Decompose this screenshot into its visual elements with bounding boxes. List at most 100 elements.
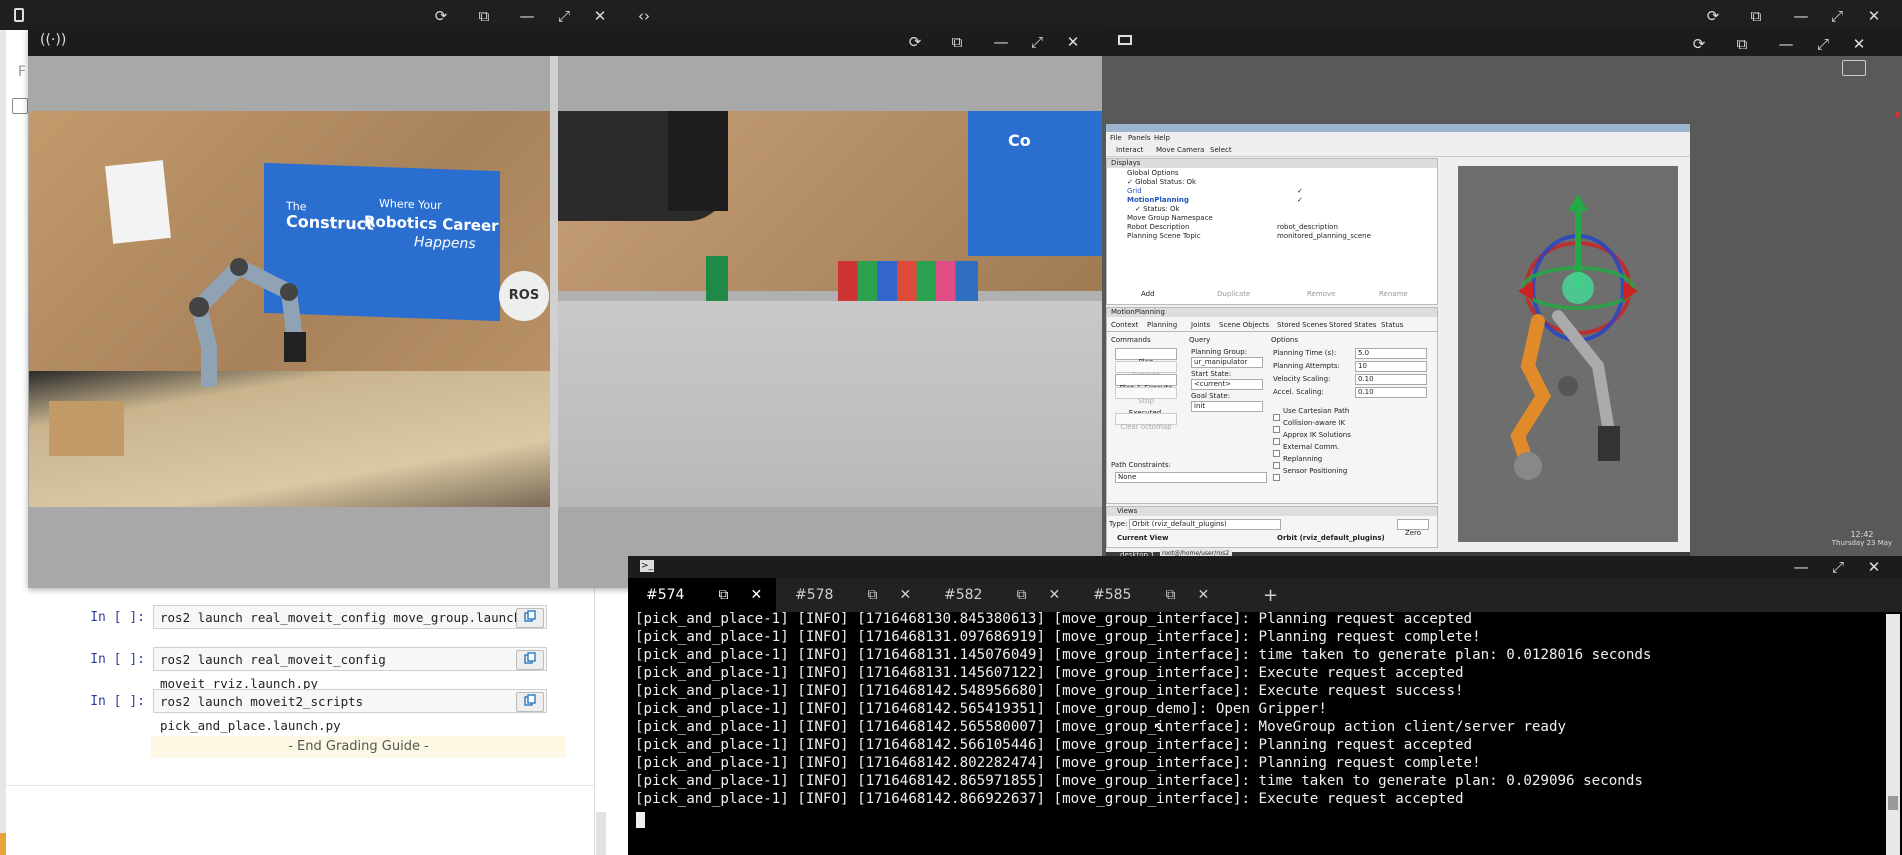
display-row[interactable]: Robot Description robot_description: [1127, 223, 1427, 232]
plan-execute-button[interactable]: Plan & Execute: [1115, 374, 1177, 392]
display-row[interactable]: MotionPlanning ✓: [1127, 196, 1427, 205]
add-display-button[interactable]: Add: [1141, 290, 1155, 298]
copy-icon[interactable]: [516, 608, 544, 628]
menu-file[interactable]: File: [1110, 134, 1122, 142]
tab-status[interactable]: Status: [1381, 321, 1403, 329]
current-view-label: Current View: [1117, 534, 1169, 542]
checkbox-row[interactable]: Sensor Positioning: [1273, 467, 1347, 486]
refresh-icon[interactable]: ⟳: [1702, 4, 1724, 28]
remove-display-button[interactable]: Remove: [1307, 290, 1335, 298]
minimize-icon[interactable]: —: [1790, 4, 1812, 28]
planning-attempts-input[interactable]: 10: [1355, 361, 1427, 372]
close-icon[interactable]: ✕: [1848, 32, 1870, 56]
popout-icon[interactable]: ⧉: [1016, 587, 1026, 603]
notebook-cell-2[interactable]: In [ ]: ros2 launch real_moveit_config m…: [30, 646, 547, 691]
maximize-icon[interactable]: ⤢: [1826, 4, 1848, 28]
display-row[interactable]: Move Group Namespace: [1127, 214, 1427, 223]
plan-button[interactable]: Plan: [1115, 348, 1177, 366]
tab-planning[interactable]: Planning: [1147, 321, 1177, 329]
display-row[interactable]: ✓ Global Status: Ok: [1127, 178, 1427, 187]
display-row[interactable]: Global Options: [1127, 169, 1427, 178]
notebook-scrollbar[interactable]: [596, 812, 606, 855]
execute-button[interactable]: Execute: [1115, 361, 1177, 379]
planning-time-input[interactable]: 5.0: [1355, 348, 1427, 359]
notebook-save-icon[interactable]: [12, 98, 28, 114]
robot-render: [1510, 194, 1638, 480]
display-row[interactable]: Grid ✓: [1127, 187, 1427, 196]
close-icon[interactable]: ✕: [1062, 30, 1084, 54]
close-icon[interactable]: ✕: [899, 587, 911, 603]
popout-icon[interactable]: ⧉: [867, 587, 877, 603]
duplicate-display-button[interactable]: Duplicate: [1217, 290, 1250, 298]
close-icon[interactable]: ✕: [1863, 555, 1885, 579]
copy-icon[interactable]: [516, 650, 544, 670]
tab-stored-states[interactable]: Stored States: [1329, 321, 1376, 329]
terminal-scrollbar[interactable]: [1886, 614, 1900, 855]
copy-icon[interactable]: [516, 692, 544, 712]
tab-joints[interactable]: Joints: [1191, 321, 1210, 329]
displays-header: Displays: [1107, 159, 1437, 168]
stop-button[interactable]: Stop: [1115, 387, 1177, 405]
popout-icon[interactable]: ⧉: [1745, 4, 1767, 28]
rename-display-button[interactable]: Rename: [1379, 290, 1408, 298]
close-icon[interactable]: ✕: [1197, 587, 1209, 603]
views-type-select[interactable]: Orbit (rviz_default_plugins): [1129, 519, 1281, 530]
rviz-3d-view[interactable]: [1458, 166, 1678, 542]
app-menu-icon[interactable]: [14, 8, 24, 22]
velocity-scaling-input[interactable]: 0.10: [1355, 374, 1427, 385]
scroll-thumb[interactable]: [1888, 796, 1898, 810]
terminal-tab[interactable]: #585 ⧉ ✕: [1075, 578, 1223, 612]
close-icon[interactable]: ✕: [1048, 587, 1060, 603]
refresh-icon[interactable]: ⟳: [904, 30, 926, 54]
accel-scaling-input[interactable]: 0.10: [1355, 387, 1427, 398]
cell-input[interactable]: ros2 launch real_moveit_config moveit_rv…: [153, 647, 547, 691]
menu-panels[interactable]: Panels: [1128, 134, 1151, 142]
tab-scene-objects[interactable]: Scene Objects: [1219, 321, 1269, 329]
close-icon[interactable]: ✕: [1863, 4, 1885, 28]
maximize-icon[interactable]: ⤢: [1026, 30, 1048, 54]
tab-context[interactable]: Context: [1111, 321, 1138, 329]
planning-group-select[interactable]: ur_manipulator: [1191, 357, 1263, 368]
clear-octomap-button[interactable]: Clear octomap: [1115, 413, 1177, 431]
tool-select[interactable]: Select: [1210, 146, 1232, 154]
tool-interact[interactable]: Interact: [1116, 146, 1143, 154]
start-state-select[interactable]: <current>: [1191, 379, 1263, 390]
notebook-cell-3[interactable]: In [ ]: ros2 launch moveit2_scripts pick…: [30, 688, 547, 733]
maximize-icon[interactable]: ⤢: [1827, 555, 1849, 579]
cell-input[interactable]: ros2 launch real_moveit_config move_grou…: [153, 605, 547, 629]
tab-stored-scenes[interactable]: Stored Scenes: [1277, 321, 1327, 329]
popout-icon[interactable]: ⧉: [946, 30, 968, 54]
path-constraints-select[interactable]: None: [1115, 472, 1267, 483]
notebook-left-strip: [0, 28, 6, 855]
views-zero-button[interactable]: Zero: [1397, 519, 1429, 537]
log-line: [pick_and_place-1] [INFO] [1716468131.09…: [635, 629, 1481, 645]
display-row[interactable]: ✓ Status: Ok: [1135, 205, 1435, 214]
code-icon[interactable]: ‹›: [633, 4, 655, 28]
refresh-icon[interactable]: ⟳: [1688, 32, 1710, 56]
terminal-tab[interactable]: #578 ⧉ ✕: [777, 578, 925, 612]
cam-robot-arm: [179, 237, 319, 390]
popout-icon[interactable]: ⧉: [1165, 587, 1175, 603]
minimize-icon[interactable]: —: [1790, 555, 1812, 579]
cell-input[interactable]: ros2 launch moveit2_scripts pick_and_pla…: [153, 689, 547, 733]
goal-state-select[interactable]: init: [1191, 401, 1263, 412]
close-icon[interactable]: ✕: [589, 4, 611, 28]
menu-help[interactable]: Help: [1154, 134, 1170, 142]
popout-icon[interactable]: ⧉: [1731, 32, 1753, 56]
vnc-restore-icon[interactable]: [1842, 60, 1866, 76]
maximize-icon[interactable]: ⤢: [553, 4, 575, 28]
popout-icon[interactable]: ⧉: [718, 587, 728, 603]
tool-move-camera[interactable]: Move Camera: [1156, 146, 1204, 154]
terminal-tab[interactable]: #574 ⧉ ✕: [628, 578, 776, 612]
add-tab-button[interactable]: +: [1263, 578, 1293, 612]
minimize-icon[interactable]: —: [516, 4, 538, 28]
notebook-cell-1[interactable]: In [ ]: ros2 launch real_moveit_config m…: [30, 604, 547, 630]
minimize-icon[interactable]: —: [990, 30, 1012, 54]
refresh-icon[interactable]: ⟳: [430, 4, 452, 28]
terminal-tab[interactable]: #582 ⧉ ✕: [926, 578, 1074, 612]
close-icon[interactable]: ✕: [750, 587, 762, 603]
minimize-icon[interactable]: —: [1775, 32, 1797, 56]
maximize-icon[interactable]: ⤢: [1812, 32, 1834, 56]
popout-icon[interactable]: ⧉: [473, 4, 495, 28]
display-row[interactable]: Planning Scene Topic monitored_planning_s…: [1127, 232, 1427, 241]
